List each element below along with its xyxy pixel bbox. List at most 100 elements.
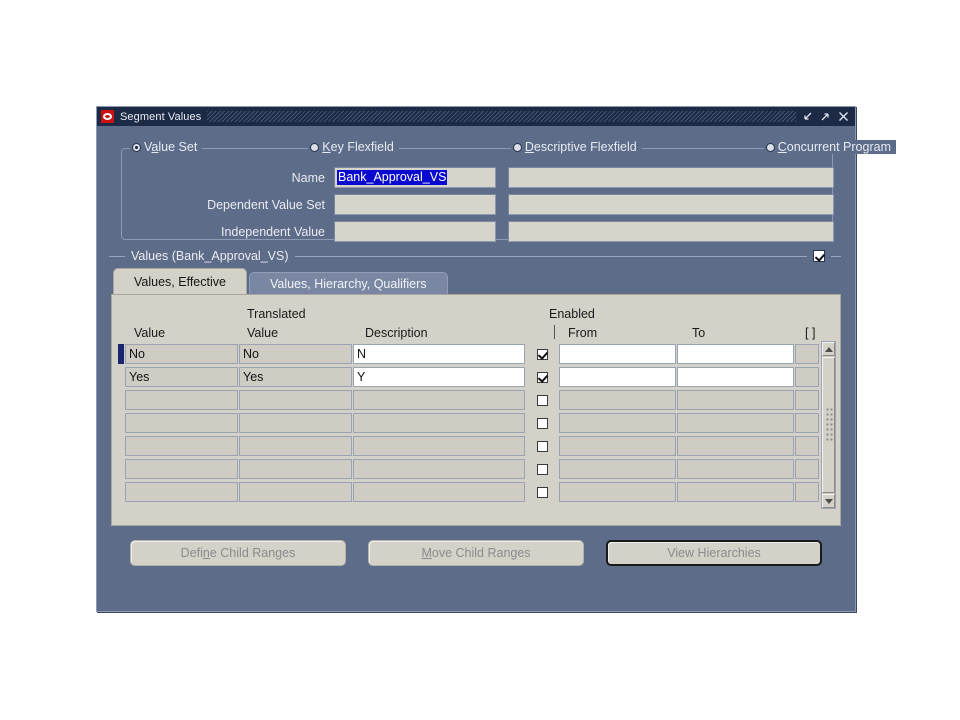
independent-value-input-secondary[interactable] xyxy=(508,221,834,242)
cell-to[interactable] xyxy=(677,436,794,456)
radio-key-flexfield[interactable]: Key Flexfield xyxy=(308,140,399,154)
table-row[interactable] xyxy=(118,458,840,480)
cell-description[interactable]: Y xyxy=(353,367,525,387)
cell-from[interactable] xyxy=(559,482,676,502)
group-divider-line xyxy=(294,255,807,257)
cell-value[interactable]: No xyxy=(125,344,238,364)
cell-enabled[interactable] xyxy=(525,371,559,383)
cell-value[interactable]: Yes xyxy=(125,367,238,387)
cell-enabled[interactable] xyxy=(525,348,559,360)
scroll-down-arrow-icon[interactable] xyxy=(822,494,835,508)
cell-enabled[interactable] xyxy=(525,417,559,429)
cell-to[interactable] xyxy=(677,459,794,479)
cell-brackets[interactable] xyxy=(795,390,819,410)
cell-translated[interactable] xyxy=(239,390,352,410)
name-input-secondary[interactable] xyxy=(508,167,834,188)
radio-dot-icon xyxy=(310,142,320,152)
cell-value[interactable] xyxy=(125,482,238,502)
view-hierarchies-button[interactable]: View Hierarchies xyxy=(606,540,822,566)
cell-description[interactable] xyxy=(353,459,525,479)
cell-translated[interactable]: Yes xyxy=(239,367,352,387)
table-row[interactable] xyxy=(118,481,840,503)
table-row[interactable] xyxy=(118,389,840,411)
window-title: Segment Values xyxy=(120,110,202,123)
cell-to[interactable] xyxy=(677,344,794,364)
cell-value[interactable] xyxy=(125,390,238,410)
enabled-checkbox[interactable] xyxy=(536,417,548,429)
table-row[interactable]: Yes Yes Y xyxy=(118,366,840,388)
table-row[interactable] xyxy=(118,435,840,457)
cell-from[interactable] xyxy=(559,436,676,456)
scrollbar-grip-icon xyxy=(825,407,832,443)
scrollbar-thumb[interactable] xyxy=(822,357,835,493)
enabled-checkbox[interactable] xyxy=(536,463,548,475)
cell-from[interactable] xyxy=(559,459,676,479)
column-header-brackets: [ ] xyxy=(805,326,816,340)
dependent-value-set-input[interactable] xyxy=(334,194,496,215)
cell-to[interactable] xyxy=(677,367,794,387)
table-row[interactable] xyxy=(118,412,840,434)
enabled-checkbox[interactable] xyxy=(536,486,548,498)
field-row-name: Name Bank_Approval_VS xyxy=(122,167,834,188)
cell-brackets[interactable] xyxy=(795,459,819,479)
cell-description[interactable]: N xyxy=(353,344,525,364)
cell-translated[interactable] xyxy=(239,459,352,479)
cell-enabled[interactable] xyxy=(525,440,559,452)
tab-values-hierarchy-qualifiers[interactable]: Values, Hierarchy, Qualifiers xyxy=(248,272,448,294)
cell-translated[interactable] xyxy=(239,436,352,456)
values-group-header: Values (Bank_Approval_VS) xyxy=(109,249,841,263)
cell-value[interactable] xyxy=(125,459,238,479)
cell-description[interactable] xyxy=(353,413,525,433)
enabled-checkbox[interactable] xyxy=(536,394,548,406)
cell-to[interactable] xyxy=(677,390,794,410)
record-indicator xyxy=(118,390,124,410)
move-child-ranges-button[interactable]: Move Child Ranges xyxy=(368,540,584,566)
cell-from[interactable] xyxy=(559,344,676,364)
radio-value-set[interactable]: Value Set xyxy=(130,140,203,154)
radio-value-set-label-after: lue Set xyxy=(158,140,198,154)
maximize-icon[interactable] xyxy=(820,111,831,122)
independent-value-input[interactable] xyxy=(334,221,496,242)
cell-value[interactable] xyxy=(125,413,238,433)
define-child-ranges-button[interactable]: Define Child Ranges xyxy=(130,540,346,566)
cell-to[interactable] xyxy=(677,482,794,502)
cell-brackets[interactable] xyxy=(795,436,819,456)
close-icon[interactable] xyxy=(838,111,849,122)
cell-from[interactable] xyxy=(559,390,676,410)
cell-translated[interactable] xyxy=(239,482,352,502)
cell-value[interactable] xyxy=(125,436,238,456)
table-row[interactable]: No No N xyxy=(118,343,840,365)
cell-description[interactable] xyxy=(353,482,525,502)
radio-descriptive-flexfield[interactable]: Descriptive Flexfield xyxy=(510,140,642,154)
scroll-up-arrow-icon[interactable] xyxy=(822,342,835,356)
name-input[interactable]: Bank_Approval_VS xyxy=(334,167,496,188)
cell-from[interactable] xyxy=(559,413,676,433)
radio-concurrent-program[interactable]: Concurrent Program xyxy=(763,140,896,154)
cell-enabled[interactable] xyxy=(525,486,559,498)
radio-concurrent-program-label-after: oncurrent Program xyxy=(786,140,891,154)
cell-description[interactable] xyxy=(353,390,525,410)
cell-description[interactable] xyxy=(353,436,525,456)
grid-column-headers: Value Translated Value Description Enabl… xyxy=(112,301,840,343)
enabled-checkbox[interactable] xyxy=(536,371,548,383)
minimize-icon[interactable] xyxy=(802,111,813,122)
enabled-checkbox[interactable] xyxy=(536,440,548,452)
values-group-checkbox[interactable] xyxy=(813,250,825,262)
group-divider-left xyxy=(109,255,125,257)
cell-translated[interactable]: No xyxy=(239,344,352,364)
grid-vertical-scrollbar[interactable] xyxy=(821,341,836,509)
cell-translated[interactable] xyxy=(239,413,352,433)
cell-enabled[interactable] xyxy=(525,394,559,406)
tab-values-effective[interactable]: Values, Effective xyxy=(113,268,247,294)
field-row-dependent-value-set: Dependent Value Set xyxy=(122,194,834,215)
dependent-value-set-input-secondary[interactable] xyxy=(508,194,834,215)
cell-brackets[interactable] xyxy=(795,413,819,433)
cell-enabled[interactable] xyxy=(525,463,559,475)
define-child-ranges-label: Define Child Ranges xyxy=(180,546,296,560)
cell-brackets[interactable] xyxy=(795,344,819,364)
cell-from[interactable] xyxy=(559,367,676,387)
cell-brackets[interactable] xyxy=(795,482,819,502)
cell-to[interactable] xyxy=(677,413,794,433)
cell-brackets[interactable] xyxy=(795,367,819,387)
enabled-checkbox[interactable] xyxy=(536,348,548,360)
